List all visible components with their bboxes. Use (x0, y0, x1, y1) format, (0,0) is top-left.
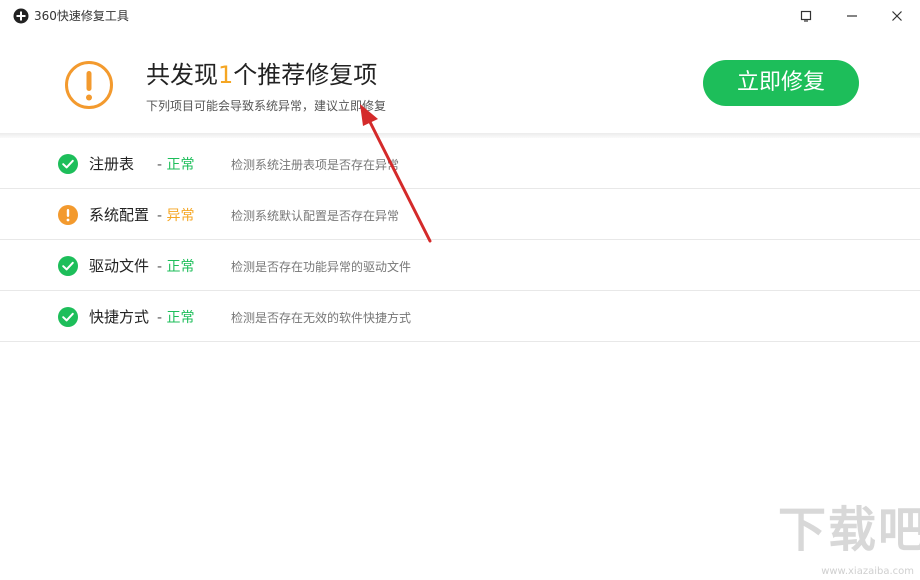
page-subtitle: 下列项目可能会导致系统异常，建议立即修复 (146, 99, 387, 113)
minimize-button[interactable] (840, 4, 864, 28)
restore-icon (800, 10, 812, 22)
check-circle-icon (58, 307, 78, 327)
scan-summary-header: 共发现1个推荐修复项 下列项目可能会导致系统异常，建议立即修复 立即修复 (0, 32, 920, 134)
list-item: 系统配置 - 异常 检测系统默认配置是否存在异常 (0, 189, 920, 240)
close-icon (892, 11, 902, 21)
item-status: - 正常 (157, 258, 195, 276)
headline-suffix: 个推荐修复项 (233, 61, 378, 89)
minimize-icon (847, 15, 857, 17)
item-status: - 正常 (157, 156, 195, 174)
list-item: 驱动文件 - 正常 检测是否存在功能异常的驱动文件 (0, 240, 920, 291)
item-description: 检测是否存在功能异常的驱动文件 (231, 260, 412, 274)
status-dash: - (157, 208, 163, 224)
status-text: 正常 (166, 310, 195, 326)
fix-now-button[interactable]: 立即修复 (703, 60, 859, 106)
item-name: 系统配置 (89, 206, 150, 224)
360-logo-icon (13, 8, 29, 24)
item-name: 快捷方式 (89, 308, 150, 326)
item-description: 检测是否存在无效的软件快捷方式 (231, 311, 412, 325)
window-title: 360快速修复工具 (34, 9, 129, 23)
check-items-list: 注册表 - 正常 检测系统注册表项是否存在异常 系统配置 - 异常 检测系统默认… (0, 138, 920, 342)
list-item: 快捷方式 - 正常 检测是否存在无效的软件快捷方式 (0, 291, 920, 342)
status-text: 异常 (166, 208, 195, 224)
watermark: 下载吧 www.xiazaiba.com (778, 500, 920, 578)
restore-button[interactable] (794, 4, 818, 28)
item-name: 注册表 (89, 155, 135, 173)
watermark-text: 下载吧 (778, 502, 920, 558)
watermark-url: www.xiazaiba.com (821, 566, 914, 577)
check-circle-icon (58, 256, 78, 276)
issue-count: 1 (218, 61, 234, 89)
list-item: 注册表 - 正常 检测系统注册表项是否存在异常 (0, 138, 920, 189)
status-dash: - (157, 259, 163, 275)
check-circle-icon (58, 154, 78, 174)
app-window: 360快速修复工具 共发现1个推荐修复项 下列项目可能会导致系统异常，建议立即修… (0, 0, 920, 580)
item-description: 检测系统默认配置是否存在异常 (231, 209, 400, 223)
status-dash: - (157, 310, 163, 326)
title-bar: 360快速修复工具 (0, 0, 920, 32)
exclamation-circle-icon (65, 61, 113, 109)
status-text: 正常 (166, 259, 195, 275)
status-text: 正常 (166, 157, 195, 173)
item-name: 驱动文件 (89, 257, 150, 275)
exclamation-circle-icon (58, 205, 78, 225)
close-button[interactable] (885, 4, 909, 28)
item-status: - 异常 (157, 207, 195, 225)
headline-prefix: 共发现 (146, 61, 218, 89)
item-status: - 正常 (157, 309, 195, 327)
page-title: 共发现1个推荐修复项 (146, 60, 377, 90)
item-description: 检测系统注册表项是否存在异常 (231, 158, 400, 172)
status-dash: - (157, 157, 163, 173)
